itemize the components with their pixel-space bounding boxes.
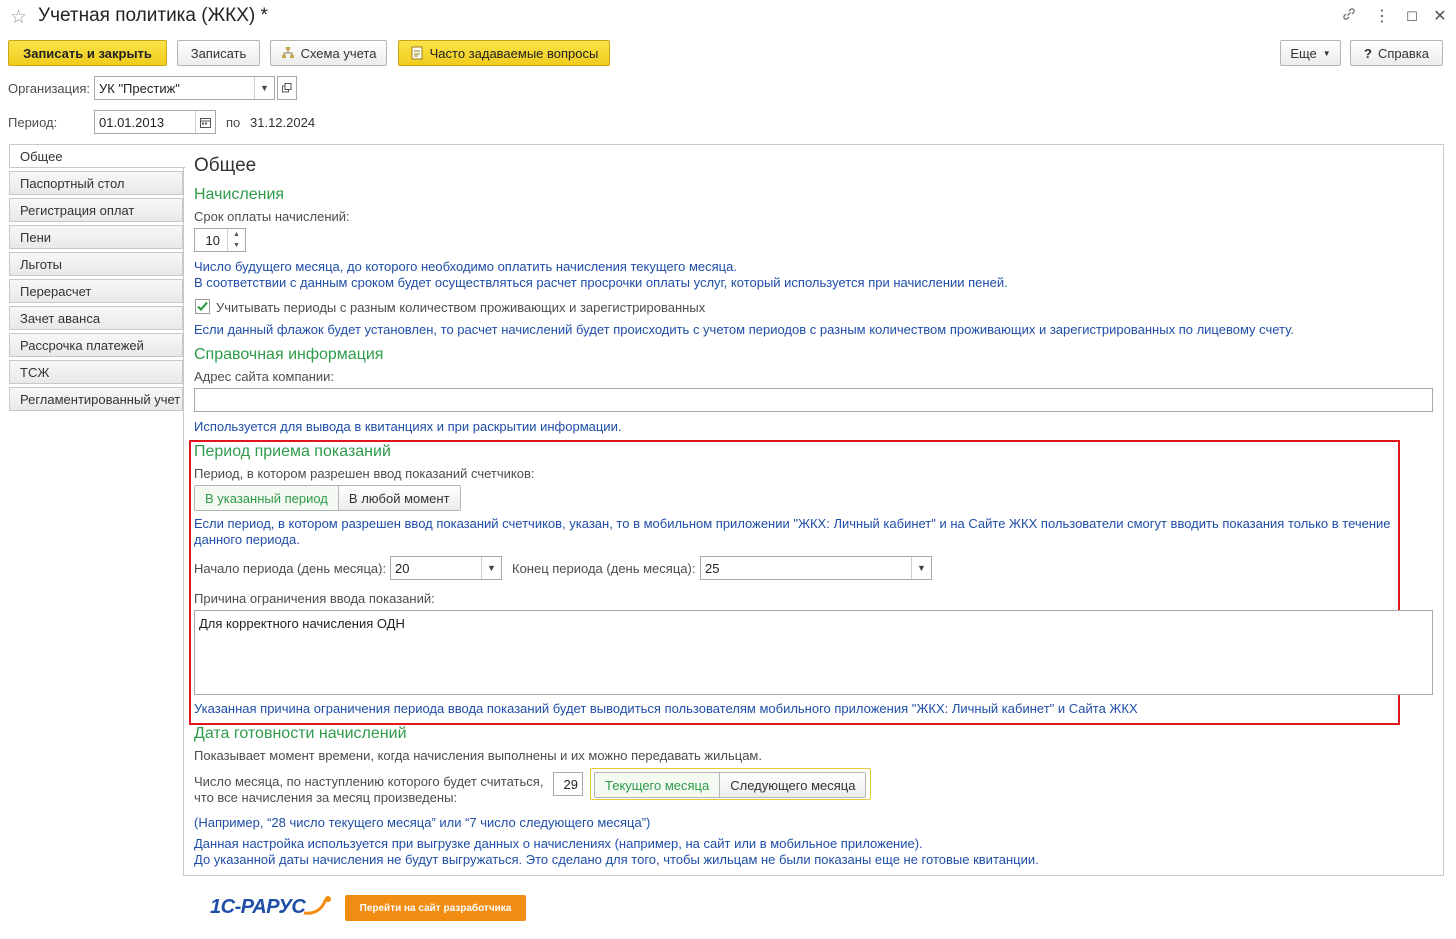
tab-hoa[interactable]: ТСЖ bbox=[9, 360, 183, 384]
due-note-1: Число будущего месяца, до которого необх… bbox=[194, 259, 737, 274]
residents-checkbox[interactable] bbox=[195, 299, 210, 314]
scheme-button[interactable]: Схема учета bbox=[270, 40, 387, 66]
due-stepper[interactable]: 10 ▲ ▼ bbox=[194, 228, 246, 252]
readings-heading: Период приема показаний bbox=[194, 443, 391, 460]
accruals-heading: Начисления bbox=[194, 186, 285, 203]
window-title: Учетная политика (ЖКХ) * bbox=[38, 5, 268, 26]
tab-installments[interactable]: Рассрочка платежей bbox=[9, 333, 183, 357]
end-day-value: 25 bbox=[705, 561, 720, 576]
option-any-time[interactable]: В любой момент bbox=[338, 486, 460, 510]
stepper-down-icon[interactable]: ▼ bbox=[228, 240, 245, 251]
period-from-field[interactable]: 01.01.2013 bbox=[94, 110, 216, 134]
tab-payments[interactable]: Регистрация оплат bbox=[9, 198, 183, 222]
ready-day-label-2: что все начисления за месяц произведены: bbox=[194, 790, 458, 805]
checkmark-icon bbox=[197, 301, 208, 312]
site-label: Адрес сайта компании: bbox=[194, 369, 335, 384]
readings-note-1: Если период, в котором разрешен ввод пок… bbox=[194, 516, 1391, 531]
stepper-up-icon[interactable]: ▲ bbox=[228, 229, 245, 240]
chevron-down-icon[interactable]: ▼ bbox=[481, 557, 501, 579]
period-label: Период: bbox=[8, 115, 58, 130]
residents-checkbox-label[interactable]: Учитывать периоды с разным количеством п… bbox=[216, 300, 705, 315]
start-day-field[interactable]: 20 ▼ bbox=[390, 556, 502, 580]
ready-note-1: Данная настройка используется при выгруз… bbox=[194, 836, 923, 851]
ready-heading: Дата готовности начислений bbox=[194, 725, 407, 742]
more-menu-icon[interactable]: ⋮ bbox=[1372, 6, 1392, 26]
ready-desc: Показывает момент времени, когда начисле… bbox=[194, 748, 762, 763]
page-title: Общее bbox=[194, 155, 257, 176]
option-current-month[interactable]: Текущего месяца bbox=[595, 773, 721, 797]
reference-heading: Справочная информация bbox=[194, 346, 384, 363]
faq-label: Часто задаваемые вопросы bbox=[429, 45, 599, 61]
org-value: УК "Престиж" bbox=[99, 81, 180, 96]
rarus-logo: 1С-РАРУС bbox=[208, 893, 334, 923]
reason-label: Причина ограничения ввода показаний: bbox=[194, 591, 435, 606]
dev-site-button[interactable]: Перейти на сайт разработчика bbox=[345, 895, 526, 921]
link-icon[interactable] bbox=[1339, 6, 1359, 27]
chevron-down-icon: ▼ bbox=[1322, 48, 1331, 58]
save-close-button[interactable]: Записать и закрыть bbox=[8, 40, 167, 66]
site-field[interactable] bbox=[194, 388, 1433, 412]
readings-note-2: данного периода. bbox=[194, 532, 300, 547]
org-field[interactable]: УК "Престиж" ▼ bbox=[94, 76, 275, 100]
start-day-value: 20 bbox=[395, 561, 410, 576]
help-button[interactable]: ? Справка bbox=[1350, 40, 1443, 66]
period-to-value: 31.12.2024 bbox=[250, 115, 316, 130]
scheme-icon bbox=[281, 46, 295, 60]
period-from-value: 01.01.2013 bbox=[99, 115, 165, 130]
start-label: Начало периода (день месяца): bbox=[194, 561, 387, 576]
calendar-icon[interactable] bbox=[195, 111, 215, 133]
rarus-logo-text: 1С-РАРУС bbox=[210, 896, 306, 918]
tab-regulated[interactable]: Регламентированный учет bbox=[9, 387, 183, 411]
reason-note: Указанная причина ограничения периода вв… bbox=[194, 701, 1138, 716]
more-button[interactable]: Еще ▼ bbox=[1280, 40, 1341, 66]
save-button[interactable]: Записать bbox=[177, 40, 260, 66]
chevron-down-icon[interactable]: ▼ bbox=[254, 77, 274, 99]
end-label: Конец периода (день месяца): bbox=[512, 561, 696, 576]
favorite-star-icon[interactable]: ☆ bbox=[10, 6, 27, 29]
more-label: Еще bbox=[1290, 45, 1317, 61]
org-label: Организация: bbox=[8, 81, 91, 96]
tab-passport[interactable]: Паспортный стол bbox=[9, 171, 183, 195]
residents-note: Если данный флажок будет установлен, то … bbox=[194, 322, 1294, 337]
faq-button[interactable]: Часто задаваемые вопросы bbox=[398, 40, 610, 66]
option-next-month[interactable]: Следующего месяца bbox=[720, 773, 866, 797]
tab-recalc[interactable]: Перерасчет bbox=[9, 279, 183, 303]
maximize-icon[interactable]: ☐ bbox=[1402, 9, 1422, 25]
month-switch: Текущего месяца Следующего месяца bbox=[594, 772, 867, 798]
ready-day-label-1: Число месяца, по наступлению которого бу… bbox=[194, 774, 544, 789]
readings-mode-switch: В указанный период В любой момент bbox=[194, 485, 461, 511]
option-in-period[interactable]: В указанный период bbox=[195, 486, 339, 510]
tab-general[interactable]: Общее bbox=[9, 144, 185, 168]
reason-textarea[interactable]: Для корректного начисления ОДН bbox=[194, 610, 1433, 695]
ready-day-field[interactable]: 29 bbox=[553, 772, 583, 796]
due-note-2: В соответствии с данным сроком будет осу… bbox=[194, 275, 1008, 290]
scheme-label: Схема учета bbox=[300, 45, 377, 61]
help-icon: ? bbox=[1364, 45, 1372, 61]
end-day-field[interactable]: 25 ▼ bbox=[700, 556, 932, 580]
readings-period-label: Период, в котором разрешен ввод показани… bbox=[194, 466, 535, 481]
tab-penalties[interactable]: Пени bbox=[9, 225, 183, 249]
close-icon[interactable]: ✕ bbox=[1430, 6, 1450, 26]
faq-icon bbox=[410, 46, 424, 60]
ready-note-2: До указанной даты начисления не будут вы… bbox=[194, 852, 1039, 867]
period-to-label: по bbox=[226, 115, 241, 130]
help-label: Справка bbox=[1377, 45, 1429, 61]
tab-benefits[interactable]: Льготы bbox=[9, 252, 183, 276]
due-label: Срок оплаты начислений: bbox=[194, 209, 350, 224]
due-value: 10 bbox=[205, 233, 220, 248]
open-org-icon[interactable] bbox=[277, 76, 297, 100]
ready-example: (Например, “28 число текущего месяца” ил… bbox=[194, 815, 651, 830]
site-note: Используется для вывода в квитанциях и п… bbox=[194, 419, 622, 434]
tab-advance[interactable]: Зачет аванса bbox=[9, 306, 183, 330]
chevron-down-icon[interactable]: ▼ bbox=[911, 557, 931, 579]
